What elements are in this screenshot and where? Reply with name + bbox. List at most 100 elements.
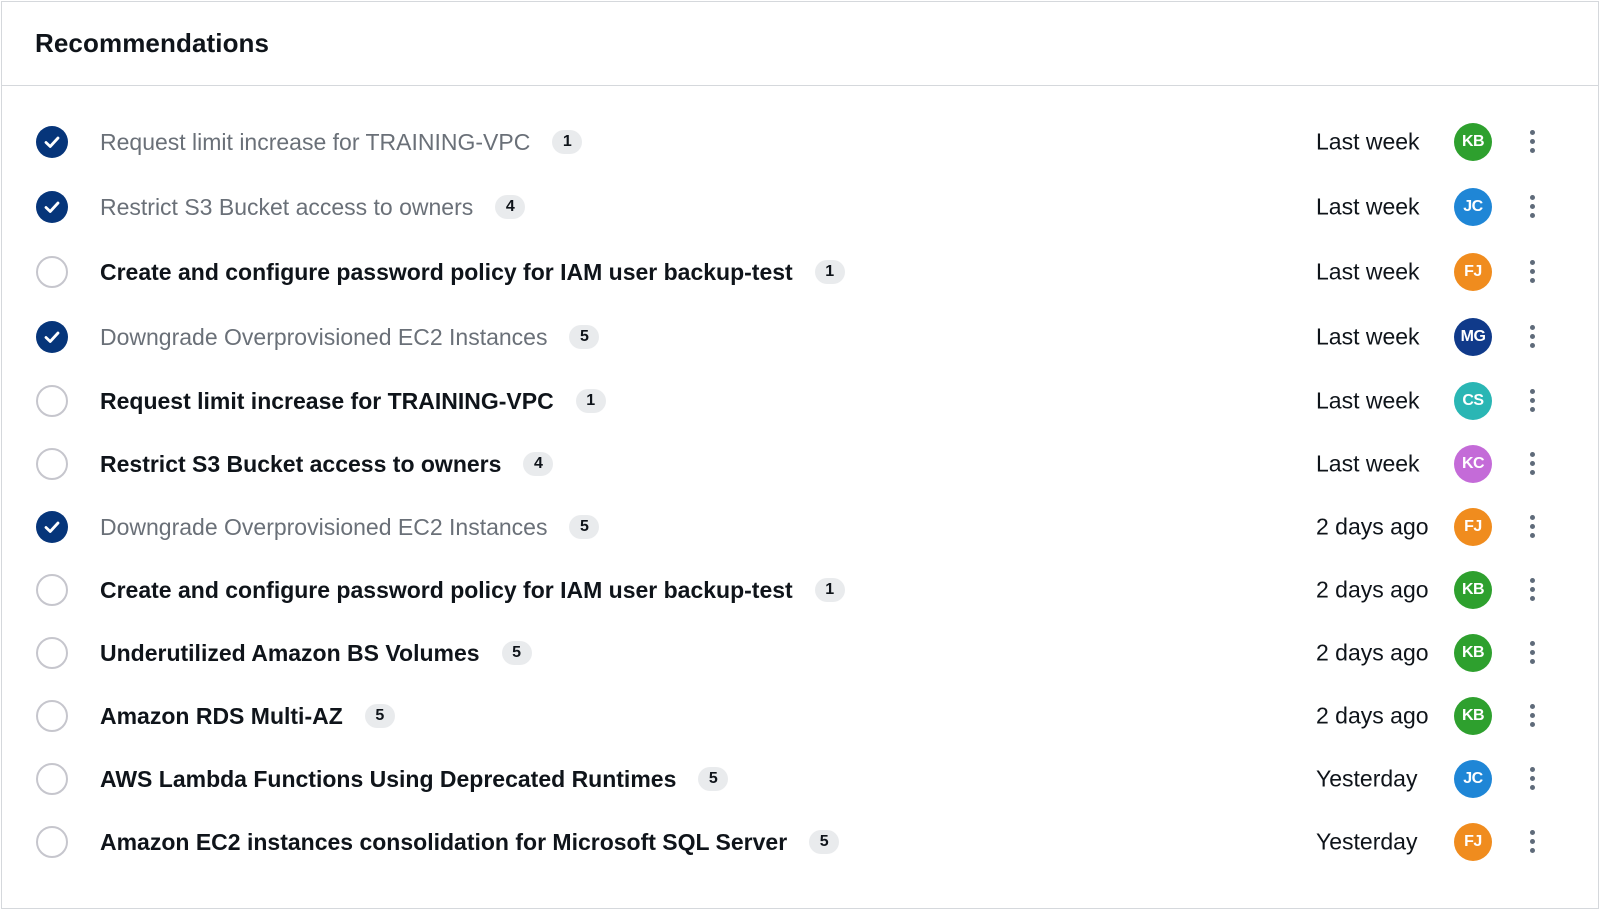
recommendation-row: Create and configure password policy for… [2, 558, 1598, 621]
checkbox-checked[interactable] [36, 190, 68, 223]
recommendation-row: Downgrade Overprovisioned EC2 Instances 5… [2, 495, 1598, 558]
timestamp: Yesterday [1316, 765, 1418, 791]
assignee-avatar[interactable]: FJ [1454, 252, 1492, 291]
recommendation-title-group: Underutilized Amazon BS Volumes 5 [100, 639, 532, 667]
menu-dot [1529, 830, 1535, 835]
menu-dot [1529, 470, 1535, 475]
assignee-avatar[interactable]: FJ [1454, 507, 1492, 546]
checkbox-unchecked[interactable] [36, 447, 68, 480]
menu-dot [1529, 407, 1535, 412]
recommendation-title-group: Downgrade Overprovisioned EC2 Instances 5 [100, 323, 600, 351]
menu-dot [1529, 398, 1535, 403]
recommendation-title[interactable]: AWS Lambda Functions Using Deprecated Ru… [100, 765, 676, 793]
assignee-avatar[interactable]: KB [1454, 570, 1492, 609]
more-vertical-icon[interactable] [1520, 385, 1544, 417]
recommendation-title-group: Request limit increase for TRAINING-VPC 1 [100, 128, 583, 156]
recommendation-row: Amazon RDS Multi-AZ 5 2 days ago KB [2, 684, 1598, 747]
recommendation-title-group: Create and configure password policy for… [100, 576, 845, 604]
count-badge: 5 [809, 829, 840, 854]
menu-dot [1529, 785, 1535, 790]
menu-dot [1529, 767, 1535, 772]
checkbox-unchecked[interactable] [36, 255, 68, 288]
recommendation-title-group: Amazon EC2 instances consolidation for M… [100, 828, 840, 856]
timestamp: 2 days ago [1316, 702, 1429, 728]
panel-header: Recommendations [2, 2, 1598, 86]
checkbox-checked[interactable] [36, 125, 68, 158]
recommendation-title[interactable]: Downgrade Overprovisioned EC2 Instances [100, 513, 547, 541]
recommendation-title[interactable]: Request limit increase for TRAINING-VPC [100, 128, 530, 156]
more-vertical-icon[interactable] [1520, 448, 1544, 480]
timestamp: 2 days ago [1316, 639, 1429, 665]
recommendation-title[interactable]: Create and configure password policy for… [100, 258, 793, 286]
checkbox-unchecked[interactable] [36, 699, 68, 732]
assignee-avatar[interactable]: KB [1454, 696, 1492, 735]
recommendation-title[interactable]: Restrict S3 Bucket access to owners [100, 193, 473, 221]
timestamp: Last week [1316, 128, 1420, 154]
recommendation-title-group: Downgrade Overprovisioned EC2 Instances 5 [100, 513, 600, 541]
recommendation-title[interactable]: Amazon RDS Multi-AZ [100, 702, 343, 730]
recommendation-title-group: Restrict S3 Bucket access to owners 4 [100, 450, 554, 478]
assignee-avatar[interactable]: CS [1454, 381, 1492, 420]
checkbox-checked[interactable] [36, 510, 68, 543]
count-badge: 5 [698, 766, 729, 791]
check-icon [44, 331, 60, 343]
checkbox-unchecked[interactable] [36, 573, 68, 606]
more-vertical-icon[interactable] [1520, 763, 1544, 795]
menu-dot [1529, 139, 1535, 144]
checkbox-unchecked[interactable] [36, 384, 68, 417]
recommendation-title-group: AWS Lambda Functions Using Deprecated Ru… [100, 765, 729, 793]
recommendation-row: Create and configure password policy for… [2, 239, 1598, 304]
count-badge: 1 [814, 577, 845, 602]
assignee-avatar[interactable]: JC [1454, 187, 1492, 226]
more-vertical-icon[interactable] [1520, 826, 1544, 858]
assignee-avatar[interactable]: KB [1454, 633, 1492, 672]
assignee-avatar[interactable]: KB [1454, 122, 1492, 161]
timestamp: Last week [1316, 323, 1420, 349]
recommendation-title-group: Request limit increase for TRAINING-VPC 1 [100, 387, 606, 415]
menu-dot [1529, 776, 1535, 781]
menu-dot [1529, 213, 1535, 218]
menu-dot [1529, 659, 1535, 664]
menu-dot [1529, 269, 1535, 274]
recommendation-title[interactable]: Amazon EC2 instances consolidation for M… [100, 828, 787, 856]
assignee-avatar[interactable]: MG [1454, 317, 1492, 356]
recommendation-title[interactable]: Restrict S3 Bucket access to owners [100, 450, 501, 478]
more-vertical-icon[interactable] [1520, 574, 1544, 606]
more-vertical-icon[interactable] [1520, 126, 1544, 158]
timestamp: Yesterday [1316, 828, 1418, 854]
more-vertical-icon[interactable] [1520, 191, 1544, 223]
checkbox-unchecked[interactable] [36, 636, 68, 669]
assignee-avatar[interactable]: JC [1454, 759, 1492, 798]
checkbox-unchecked[interactable] [36, 762, 68, 795]
menu-dot [1529, 325, 1535, 330]
more-vertical-icon[interactable] [1520, 321, 1544, 353]
recommendation-title[interactable]: Downgrade Overprovisioned EC2 Instances [100, 323, 547, 351]
recommendation-row: Amazon EC2 instances consolidation for M… [2, 810, 1598, 873]
recommendation-title[interactable]: Create and configure password policy for… [100, 576, 793, 604]
timestamp: 2 days ago [1316, 513, 1429, 539]
assignee-avatar[interactable]: FJ [1454, 822, 1492, 861]
recommendation-row: Restrict S3 Bucket access to owners 4 Last… [2, 174, 1598, 239]
count-badge: 5 [501, 640, 532, 665]
recommendation-title[interactable]: Underutilized Amazon BS Volumes [100, 639, 480, 667]
more-vertical-icon[interactable] [1520, 256, 1544, 288]
menu-dot [1529, 452, 1535, 457]
count-badge: 5 [364, 703, 395, 728]
more-vertical-icon[interactable] [1520, 511, 1544, 543]
recommendation-row: AWS Lambda Functions Using Deprecated Ru… [2, 747, 1598, 810]
panel-title: Recommendations [35, 28, 270, 58]
recommendation-title-group: Create and configure password policy for… [100, 258, 845, 286]
more-vertical-icon[interactable] [1520, 637, 1544, 669]
menu-dot [1529, 533, 1535, 538]
checkbox-checked[interactable] [36, 320, 68, 353]
menu-dot [1529, 343, 1535, 348]
menu-dot [1529, 515, 1535, 520]
menu-dot [1529, 461, 1535, 466]
checkbox-unchecked[interactable] [36, 825, 68, 858]
menu-dot [1529, 596, 1535, 601]
recommendation-title[interactable]: Request limit increase for TRAINING-VPC [100, 387, 554, 415]
menu-dot [1529, 713, 1535, 718]
assignee-avatar[interactable]: KC [1454, 444, 1492, 483]
more-vertical-icon[interactable] [1520, 700, 1544, 732]
check-icon [44, 521, 60, 533]
